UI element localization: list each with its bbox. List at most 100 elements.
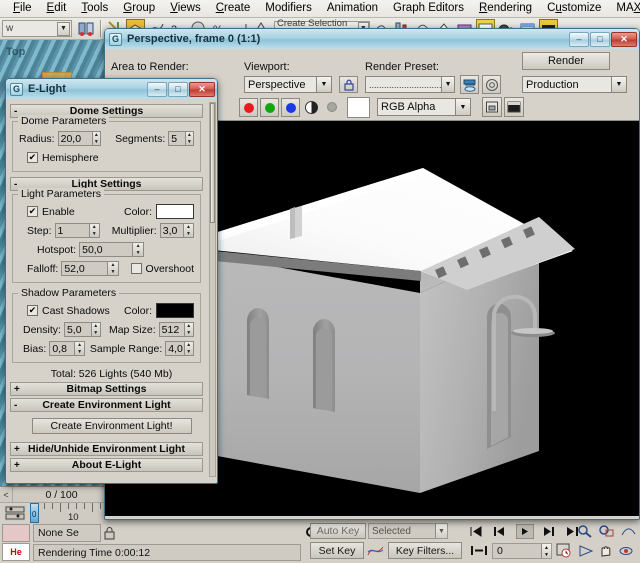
menu-item-maxscript[interactable]: MAXScript <box>609 0 640 17</box>
elight-scrollbar[interactable] <box>209 102 216 477</box>
rollout-hide-unhide-environment-light[interactable]: + Hide/Unhide Environment Light <box>10 442 203 456</box>
channel-display-combo[interactable]: RGB Alpha ▼ <box>377 98 471 116</box>
menu-item-animation[interactable]: Animation <box>320 0 385 17</box>
light-color-swatch[interactable] <box>156 204 194 219</box>
green-channel-button[interactable] <box>260 98 279 117</box>
elight-titlebar[interactable]: G E-Light – □ ✕ <box>6 79 217 99</box>
minimize-button[interactable]: – <box>569 32 589 47</box>
current-frame-spinner[interactable]: ▲▼ <box>541 544 551 558</box>
segments-spinner[interactable]: ▲▼ <box>186 131 194 146</box>
status-color-swatch-2[interactable]: He <box>2 543 30 561</box>
time-slider-handle[interactable]: 0 <box>30 503 39 523</box>
hotspot-spinner[interactable]: ▲▼ <box>133 242 144 257</box>
overshoot-checkbox[interactable] <box>131 263 142 274</box>
render-mode-combo[interactable]: Production ▼ <box>522 76 627 93</box>
status-color-swatch-1[interactable] <box>2 524 30 542</box>
menu-item-customize[interactable]: Customize <box>540 0 608 17</box>
next-frame-icon[interactable] <box>540 525 556 540</box>
mirror-icon[interactable] <box>77 19 96 38</box>
close-button[interactable]: ✕ <box>611 32 637 47</box>
key-filters-button[interactable]: Key Filters... <box>388 542 462 559</box>
key-step-icon[interactable] <box>470 544 486 559</box>
menu-item-group[interactable]: Group <box>116 0 162 17</box>
sample-range-spinner[interactable]: ▲▼ <box>185 341 194 356</box>
bias-input[interactable]: 0,8 <box>49 341 75 356</box>
clone-rendered-frame-button[interactable] <box>482 97 502 117</box>
density-input[interactable]: 5,0 <box>64 322 92 337</box>
prev-frame-arrow-icon[interactable]: < <box>0 487 13 502</box>
field-of-view-icon[interactable] <box>578 544 594 559</box>
multiplier-spinner[interactable]: ▲▼ <box>184 223 194 238</box>
render-setup-button[interactable] <box>460 75 479 94</box>
viewport-lock-button[interactable] <box>339 76 358 93</box>
rollout-create-environment-light[interactable]: - Create Environment Light <box>10 398 203 412</box>
frame-counter-bar: < 0 / 100 <box>0 487 110 503</box>
cast-shadows-checkbox[interactable]: ✔ <box>27 305 38 316</box>
radius-input[interactable]: 20,0 <box>58 131 93 146</box>
auto-key-button[interactable]: Auto Key <box>310 523 366 539</box>
environment-settings-button[interactable] <box>482 75 501 94</box>
time-configuration-icon[interactable] <box>556 543 572 558</box>
maximize-button[interactable]: □ <box>168 82 188 97</box>
maximize-button[interactable]: □ <box>590 32 610 47</box>
red-channel-button[interactable] <box>239 98 258 117</box>
menu-item-graph-editors[interactable]: Graph Editors <box>386 0 471 17</box>
menu-item-edit[interactable]: Edit <box>40 0 74 17</box>
map-size-spinner[interactable]: ▲▼ <box>185 322 194 337</box>
render-frame-titlebar[interactable]: G Perspective, frame 0 (1:1) – □ ✕ <box>105 29 639 49</box>
rollout-about-elight[interactable]: + About E-Light <box>10 458 203 472</box>
segments-input[interactable]: 5 <box>168 131 185 146</box>
zoom-region-icon[interactable] <box>598 524 614 539</box>
zoom-tool-icon[interactable] <box>576 524 592 539</box>
set-key-button[interactable]: Set Key <box>310 542 364 559</box>
key-mode-combo[interactable]: Selected ▼ <box>368 523 448 539</box>
blue-channel-button[interactable] <box>281 98 300 117</box>
zoom-icon[interactable] <box>480 522 498 539</box>
create-environment-light-button[interactable]: Create Environment Light! <box>32 418 192 434</box>
selection-lock-icon[interactable] <box>101 525 117 541</box>
track-view-icon[interactable] <box>4 505 26 521</box>
multiplier-input[interactable]: 3,0 <box>160 223 184 238</box>
menu-item-views[interactable]: Views <box>163 0 207 17</box>
bias-spinner[interactable]: ▲▼ <box>75 341 84 356</box>
orbit-icon[interactable] <box>618 544 634 559</box>
shadow-color-swatch[interactable] <box>156 303 194 318</box>
mono-channel-button[interactable] <box>327 102 337 112</box>
step-spinner[interactable]: ▲▼ <box>90 223 100 238</box>
falloff-spinner[interactable]: ▲▼ <box>108 261 119 276</box>
menu-item-tools[interactable]: Tools <box>74 0 115 17</box>
close-button[interactable]: ✕ <box>189 82 215 97</box>
menu-item-rendering[interactable]: Rendering <box>472 0 539 17</box>
timeline-ruler[interactable]: 10 0 <box>30 503 110 525</box>
alpha-channel-button[interactable] <box>305 101 318 117</box>
reference-coord-combo[interactable]: w ▼ <box>2 20 72 37</box>
map-size-input[interactable]: 512 <box>159 322 185 337</box>
play-animation-icon[interactable] <box>516 524 532 539</box>
current-frame-value: 0 <box>497 545 503 557</box>
minimize-button[interactable]: – <box>147 82 167 97</box>
print-image-button[interactable] <box>504 97 524 117</box>
hemisphere-checkbox[interactable]: ✔ <box>27 152 38 163</box>
blue-channel-icon <box>286 103 296 113</box>
elight-scrollbar-thumb[interactable] <box>210 103 215 223</box>
menu-item-modifiers[interactable]: Modifiers <box>258 0 319 17</box>
pan-icon[interactable] <box>598 544 614 559</box>
zoom-all-icon[interactable] <box>620 524 636 539</box>
falloff-input[interactable]: 52,0 <box>61 261 108 276</box>
menu-item-create[interactable]: Create <box>209 0 258 17</box>
radius-spinner[interactable]: ▲▼ <box>93 131 101 146</box>
render-preset-combo[interactable]: .................................. ▼ <box>365 76 455 93</box>
rollout-bitmap-settings[interactable]: + Bitmap Settings <box>10 382 203 396</box>
sample-range-input[interactable]: 4,0 <box>165 341 184 356</box>
viewport-combo[interactable]: Perspective ▼ <box>244 76 332 93</box>
density-spinner[interactable]: ▲▼ <box>92 322 101 337</box>
hotspot-input[interactable]: 50,0 <box>79 242 133 257</box>
menu-item-file[interactable]: File <box>6 0 39 17</box>
elight-dialog[interactable]: G E-Light – □ ✕ - Dome Settings Dome Par… <box>5 78 218 484</box>
background-color-swatch[interactable] <box>347 97 370 118</box>
key-curve-icon[interactable] <box>367 543 383 558</box>
step-input[interactable]: 1 <box>55 223 90 238</box>
enable-checkbox[interactable]: ✔ <box>27 206 38 217</box>
render-button[interactable]: Render <box>522 52 610 70</box>
current-frame-input[interactable]: 0 ▲▼ <box>492 543 552 559</box>
